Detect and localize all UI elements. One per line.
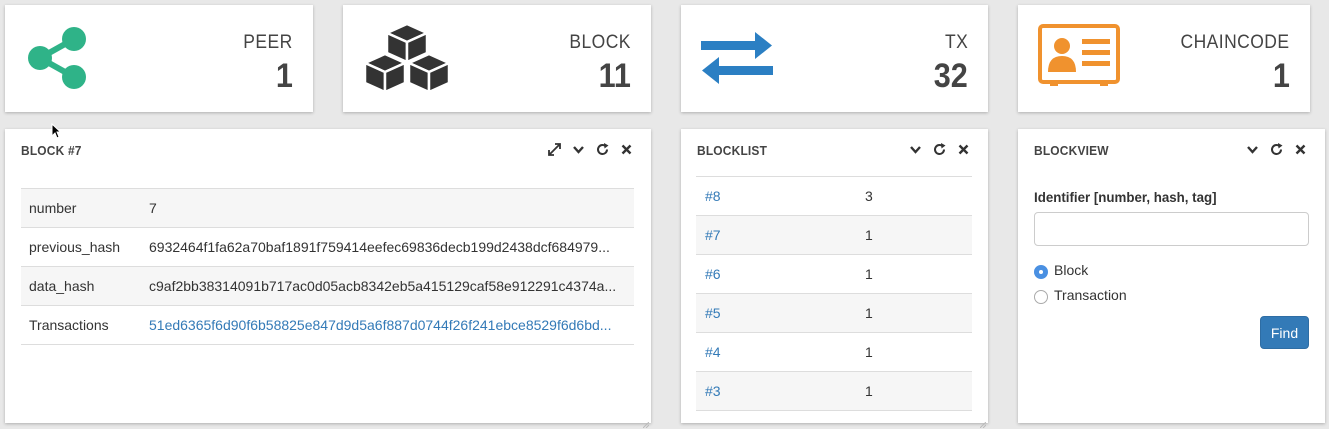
panel-title: BLOCKLIST: [697, 143, 768, 158]
blocklist-table: #8 3 #7 1 #6 1 #5 1 #4 1 #3 1: [696, 176, 972, 411]
panel-tools: [547, 142, 633, 156]
stat-value-block: 11: [598, 57, 631, 95]
refresh-icon[interactable]: [932, 142, 946, 156]
radio-label: Transaction: [1054, 287, 1127, 303]
list-item[interactable]: #7 1: [696, 215, 972, 255]
stat-card-tx: TX 32: [681, 5, 988, 112]
close-icon[interactable]: [1293, 142, 1307, 156]
field-value: 7: [149, 200, 157, 216]
expand-icon[interactable]: [547, 142, 561, 156]
tx-count: 1: [865, 266, 873, 282]
stat-value-chaincode: 1: [1272, 57, 1290, 95]
block-number-link[interactable]: #6: [696, 255, 856, 294]
close-icon[interactable]: [956, 142, 970, 156]
exchange-arrows-icon: [701, 31, 773, 90]
blockview-panel: BLOCKVIEW Identifier [number, hash, tag]…: [1018, 129, 1325, 423]
field-key: number: [29, 200, 77, 216]
stat-card-chaincode: CHAINCODE 1: [1018, 5, 1310, 112]
tx-count: 3: [865, 188, 873, 204]
table-row: data_hash c9af2bb38314091b717ac0d05acb83…: [21, 266, 634, 306]
refresh-icon[interactable]: [1269, 142, 1283, 156]
field-value: c9af2bb38314091b717ac0d05acb8342eb5a4151…: [149, 278, 617, 294]
radio-unselected-icon[interactable]: [1034, 290, 1048, 304]
blocklist-panel: BLOCKLIST #8 3 #7 1 #6 1 #5 1 #4 1 #3 1: [681, 129, 988, 429]
resize-grip-icon[interactable]: [642, 415, 650, 429]
find-button[interactable]: Find: [1260, 316, 1309, 349]
identifier-label: Identifier [number, hash, tag]: [1034, 189, 1217, 205]
field-value: 6932464f1fa62a70baf1891f759414eefec69836…: [149, 239, 610, 255]
id-card-icon: [1038, 24, 1120, 91]
stat-label-peer: PEER: [243, 32, 293, 53]
share-icon: [25, 25, 91, 96]
list-item[interactable]: #5 1: [696, 293, 972, 333]
transaction-link[interactable]: 51ed6365f6d90f6b58825e847d9d5a6f887d0744…: [141, 306, 634, 345]
block-detail-table: number 7 previous_hash 6932464f1fa62a70b…: [21, 188, 634, 345]
cubes-icon: [363, 22, 451, 99]
panel-title: BLOCKVIEW: [1034, 143, 1109, 158]
refresh-icon[interactable]: [595, 142, 609, 156]
panel-tools: [1245, 142, 1307, 156]
identifier-input[interactable]: [1034, 212, 1309, 246]
list-item[interactable]: #6 1: [696, 254, 972, 294]
list-item[interactable]: #3 1: [696, 371, 972, 411]
list-item[interactable]: #4 1: [696, 332, 972, 372]
stat-card-block: BLOCK 11: [343, 5, 651, 112]
panel-tools: [908, 142, 970, 156]
tx-count: 1: [865, 305, 873, 321]
tx-count: 1: [865, 383, 873, 399]
radio-label: Block: [1054, 262, 1089, 278]
stat-value-peer: 1: [275, 57, 293, 95]
block-number-link[interactable]: #7: [696, 216, 856, 255]
stat-label-block: BLOCK: [569, 32, 631, 53]
close-icon[interactable]: [619, 142, 633, 156]
block-number-link[interactable]: #5: [696, 294, 856, 333]
field-key: Transactions: [29, 317, 109, 333]
block-number-link[interactable]: #4: [696, 333, 856, 372]
field-key: data_hash: [29, 278, 95, 294]
radio-transaction[interactable]: Transaction: [1034, 287, 1127, 304]
radio-block[interactable]: Block: [1034, 262, 1089, 279]
chevron-down-icon[interactable]: [908, 142, 922, 156]
chevron-down-icon[interactable]: [1245, 142, 1259, 156]
block-detail-panel: BLOCK #7 number 7 previous_hash 6932464f…: [5, 129, 651, 429]
panel-title: BLOCK #7: [21, 143, 82, 158]
field-key: previous_hash: [29, 239, 121, 255]
block-number-link[interactable]: #8: [696, 177, 856, 216]
tx-count: 1: [865, 344, 873, 360]
block-number-link[interactable]: #3: [696, 372, 856, 411]
mouse-cursor-icon: [51, 122, 62, 144]
stat-label-chaincode: CHAINCODE: [1180, 32, 1290, 53]
table-row: Transactions 51ed6365f6d90f6b58825e847d9…: [21, 305, 634, 345]
table-row: number 7: [21, 188, 634, 228]
chevron-down-icon[interactable]: [571, 142, 585, 156]
stat-label-tx: TX: [944, 32, 968, 53]
table-row: previous_hash 6932464f1fa62a70baf1891f75…: [21, 227, 634, 267]
tx-count: 1: [865, 227, 873, 243]
stat-card-peer: PEER 1: [5, 5, 313, 112]
radio-selected-icon[interactable]: [1034, 265, 1048, 279]
resize-grip-icon[interactable]: [979, 415, 987, 429]
stat-value-tx: 32: [933, 57, 968, 95]
list-item[interactable]: #8 3: [696, 176, 972, 216]
